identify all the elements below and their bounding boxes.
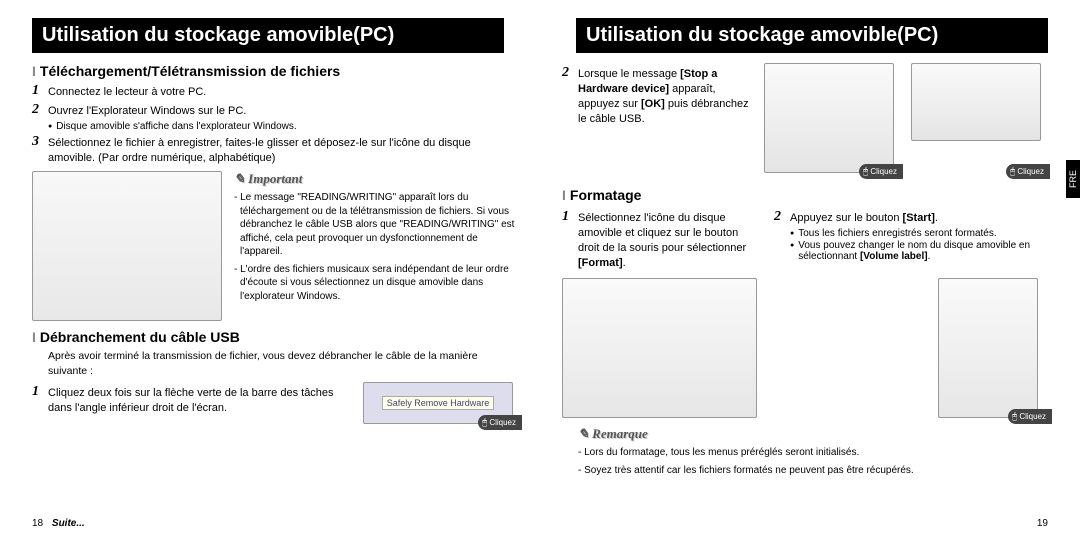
page-left: Utilisation du stockage amovible(PC) ITé… <box>0 0 540 539</box>
section-download-label: Téléchargement/Télétransmission de fichi… <box>40 63 340 79</box>
remarque-body: - Lors du formatage, tous les menus prér… <box>578 446 1048 477</box>
important-p2: - L'ordre des fichiers musicaux sera ind… <box>234 263 518 304</box>
format-step-1: 1 Sélectionnez l'icône du disque amovibl… <box>562 209 762 270</box>
section-bar-icon: I <box>562 187 566 203</box>
t: Lorsque le message <box>578 68 677 80</box>
click-label: Cliquez <box>870 167 897 176</box>
section-format-label: Formatage <box>570 187 642 203</box>
step-number: 1 <box>562 209 578 270</box>
stop-hardware-row: 2 Lorsque le message [Stop a Hardware de… <box>562 63 1048 173</box>
remarque-title: Remarque <box>578 426 1048 442</box>
format-steps-row: 1 Sélectionnez l'icône du disque amovibl… <box>562 207 1048 272</box>
click-tag: Cliquez <box>1008 409 1052 424</box>
bullet-text: Tous les fichiers enregistrés seront for… <box>798 228 996 239</box>
tray-tooltip-text: Safely Remove Hardware <box>382 396 495 410</box>
step-1: 1 Connectez le lecteur à votre PC. <box>32 83 518 100</box>
bullet-text: Vous pouvez changer le nom du disque amo… <box>798 240 1048 262</box>
step-text: Appuyez sur le bouton [Start]. <box>790 209 938 226</box>
explorer-screenshot <box>32 171 222 321</box>
dialog1-wrap: Cliquez <box>764 63 899 173</box>
t: . <box>623 257 626 269</box>
click-label: Cliquez <box>1019 412 1046 421</box>
bullet-text: Disque amovible s'affiche dans l'explora… <box>56 121 296 132</box>
t-bold: [Format] <box>578 257 623 269</box>
step-text: Lorsque le message [Stop a Hardware devi… <box>578 65 752 126</box>
t: . <box>928 251 931 262</box>
t: . <box>935 212 938 224</box>
t: Appuyez sur le bouton <box>790 212 899 224</box>
step-number: 3 <box>32 134 48 166</box>
t-bold: [OK] <box>641 98 665 110</box>
confirm-dialog-screenshot <box>911 63 1041 141</box>
step-text: Connectez le lecteur à votre PC. <box>48 83 206 100</box>
step-number: 1 <box>32 83 48 100</box>
format-dialog-screenshot <box>938 278 1038 418</box>
important-body: - Le message "READING/WRITING" apparaît … <box>234 191 518 303</box>
explorer-and-note-row: Important - Le message "READING/WRITING"… <box>32 171 518 321</box>
format-step-2: 2 Appuyez sur le bouton [Start]. <box>774 209 1048 226</box>
click-tag: Cliquez <box>478 415 522 430</box>
t-bold: [Start] <box>903 212 935 224</box>
format-dialog-wrap: Cliquez <box>938 278 1048 418</box>
stop-step-2: 2 Lorsque le message [Stop a Hardware de… <box>562 65 752 126</box>
section-format-title: IFormatage <box>562 187 1048 203</box>
section-bar-icon: I <box>32 63 36 79</box>
remarque-p1: - Lors du formatage, tous les menus prér… <box>578 446 1048 460</box>
step-text: Ouvrez l'Explorateur Windows sur le PC. <box>48 102 246 119</box>
format-explorer-screenshot <box>562 278 757 418</box>
manual-spread: Utilisation du stockage amovible(PC) ITé… <box>0 0 1080 539</box>
click-tag: Cliquez <box>1006 164 1050 179</box>
page-title-right: Utilisation du stockage amovible(PC) <box>562 18 1048 53</box>
step-text: Sélectionnez le fichier à enregistrer, f… <box>48 134 518 166</box>
step-3: 3 Sélectionnez le fichier à enregistrer,… <box>32 134 518 166</box>
disconnect-row: 1 Cliquez deux fois sur la flèche verte … <box>32 382 518 424</box>
disconnect-step1-col: 1 Cliquez deux fois sur la flèche verte … <box>32 382 351 424</box>
step-2: 2 Ouvrez l'Explorateur Windows sur le PC… <box>32 102 518 119</box>
tray-screenshot-wrap: Safely Remove Hardware Cliquez <box>363 382 518 424</box>
stop-hardware-text: 2 Lorsque le message [Stop a Hardware de… <box>562 63 752 173</box>
t: Sélectionnez l'icône du disque amovible … <box>578 212 746 254</box>
format-bullet-2: Vous pouvez changer le nom du disque amo… <box>790 240 1048 262</box>
t-bold: [Volume label] <box>860 251 928 262</box>
important-note: Important - Le message "READING/WRITING"… <box>234 171 518 321</box>
remarque-p2: - Soyez très attentif car les fichiers f… <box>578 464 1048 478</box>
section-disconnect-label: Débranchement du câble USB <box>40 329 240 345</box>
click-tag: Cliquez <box>859 164 903 179</box>
format-bullet-1: Tous les fichiers enregistrés seront for… <box>790 228 1048 239</box>
step-number: 2 <box>562 65 578 126</box>
page-num: 18 <box>32 518 43 529</box>
format-explorer-wrap <box>562 278 762 418</box>
click-label: Cliquez <box>1017 167 1044 176</box>
step-number: 2 <box>32 102 48 119</box>
section-download-title: ITéléchargement/Télétransmission de fich… <box>32 63 518 79</box>
step-number: 2 <box>774 209 790 226</box>
click-label: Cliquez <box>489 418 516 427</box>
suite-label: Suite... <box>52 518 85 529</box>
language-tab: FRE <box>1066 160 1080 198</box>
disconnect-intro: Après avoir terminé la transmission de f… <box>48 349 518 377</box>
section-bar-icon: I <box>32 329 36 345</box>
explorer-screenshot-wrap <box>32 171 222 321</box>
stop-hardware-dialog-screenshot <box>764 63 894 173</box>
disconnect-step-1: 1 Cliquez deux fois sur la flèche verte … <box>32 384 351 416</box>
page-title-left: Utilisation du stockage amovible(PC) <box>32 18 518 53</box>
remarque-note: Remarque - Lors du formatage, tous les m… <box>578 426 1048 477</box>
dialog2-wrap: Cliquez <box>911 63 1046 173</box>
step-text: Cliquez deux fois sur la flèche verte de… <box>48 384 351 416</box>
important-p1: - Le message "READING/WRITING" apparaît … <box>234 191 518 259</box>
step-2-bullet: Disque amovible s'affiche dans l'explora… <box>48 121 518 132</box>
page-number-right: 19 <box>1037 518 1048 529</box>
important-title: Important <box>234 171 518 187</box>
section-disconnect-title: IDébranchement du câble USB <box>32 329 518 345</box>
step-text: Sélectionnez l'icône du disque amovible … <box>578 209 762 270</box>
format-step1-col: 1 Sélectionnez l'icône du disque amovibl… <box>562 207 762 272</box>
page-number-left: 18 Suite... <box>32 518 85 529</box>
step-number: 1 <box>32 384 48 416</box>
format-screenshots-row: Cliquez <box>562 278 1048 418</box>
page-right: Utilisation du stockage amovible(PC) 2 L… <box>540 0 1080 539</box>
format-step2-col: 2 Appuyez sur le bouton [Start]. Tous le… <box>774 207 1048 272</box>
